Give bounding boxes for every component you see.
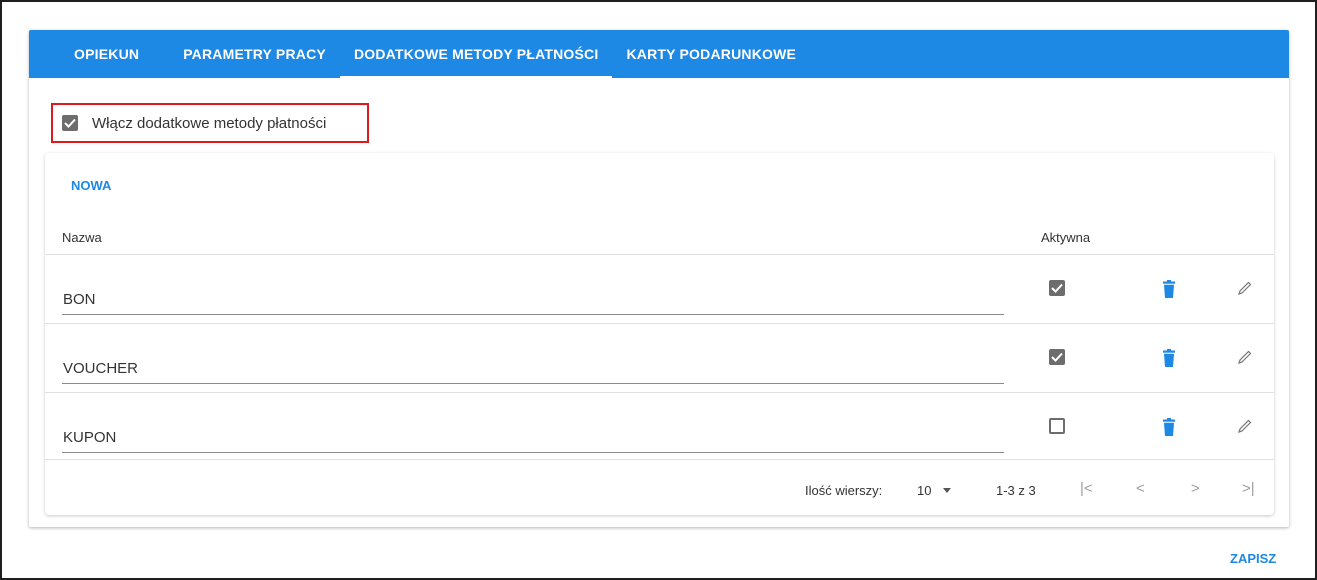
tab-karty-podarunkowe[interactable]: KARTY PODARUNKOWE [612,30,810,78]
pencil-icon [1238,419,1252,433]
table-row: KUPON [45,392,1274,461]
caret-down-icon [943,488,952,493]
check-icon [1051,352,1063,362]
pencil-icon [1238,350,1252,364]
edit-button[interactable] [1238,350,1252,369]
table-row: VOUCHER [45,323,1274,392]
enable-payment-methods-option: Włącz dodatkowe metody płatności [51,103,369,143]
active-checkbox[interactable] [1049,418,1065,434]
rows-per-page-select[interactable]: 10 [917,483,952,498]
enable-payment-methods-checkbox[interactable] [62,115,78,131]
tab-opiekun[interactable]: OPIEKUN [60,30,153,78]
delete-button[interactable] [1163,280,1175,303]
tab-parametry-pracy[interactable]: PARAMETRY PRACY [169,30,340,78]
new-button[interactable]: NOWA [71,178,111,193]
rows-per-page-value: 10 [917,483,932,498]
payment-methods-table: NOWA Nazwa Aktywna BON VOUCHER KUPON Ilo… [45,153,1274,515]
chevron-right-icon[interactable]: > [1191,480,1200,497]
pagination-range: 1-3 z 3 [996,483,1036,498]
last-page-icon[interactable]: >| [1242,480,1255,497]
name-input[interactable]: VOUCHER [62,352,1004,384]
check-icon [1051,283,1063,293]
edit-button[interactable] [1238,419,1252,438]
tab-bar: OPIEKUN PARAMETRY PRACY DODATKOWE METODY… [29,30,1289,78]
delete-button[interactable] [1163,349,1175,372]
trash-icon [1163,418,1175,436]
first-page-icon[interactable]: |< [1080,480,1093,497]
column-header-active: Aktywna [1041,230,1091,245]
save-button[interactable]: ZAPISZ [1230,551,1276,566]
table-pagination: Ilość wierszy: 10 1-3 z 3 |< < > >| [45,459,1274,515]
settings-card: OPIEKUN PARAMETRY PRACY DODATKOWE METODY… [29,30,1289,527]
active-checkbox[interactable] [1049,349,1065,365]
column-header-name: Nazwa [62,230,102,245]
trash-icon [1163,280,1175,298]
check-icon [64,118,76,128]
trash-icon [1163,349,1175,367]
name-input[interactable]: BON [62,283,1004,315]
active-checkbox[interactable] [1049,280,1065,296]
pencil-icon [1238,281,1252,295]
table-row: BON [45,254,1274,323]
enable-payment-methods-label: Włącz dodatkowe metody płatności [92,114,327,132]
name-input[interactable]: KUPON [62,421,1004,453]
rows-per-page-label: Ilość wierszy: [805,483,883,498]
tab-dodatkowe-metody-platnosci[interactable]: DODATKOWE METODY PŁATNOŚCI [339,30,613,78]
edit-button[interactable] [1238,281,1252,300]
delete-button[interactable] [1163,418,1175,441]
chevron-left-icon[interactable]: < [1136,480,1145,497]
